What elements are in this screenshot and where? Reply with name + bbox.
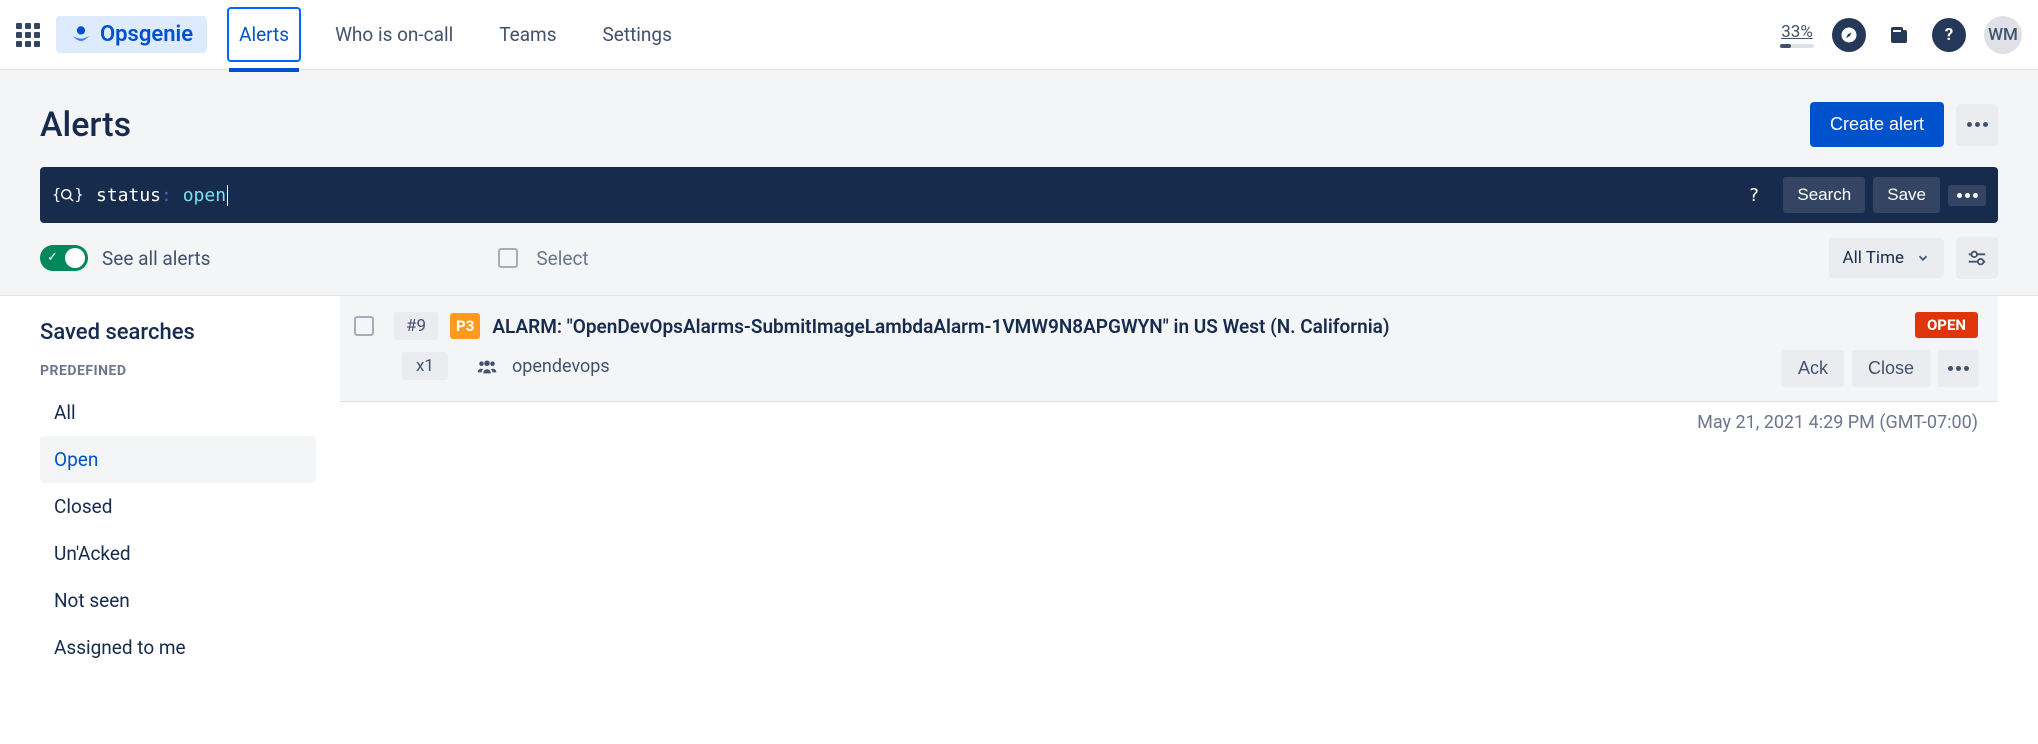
query-braces-icon: {} [52,183,82,207]
filter-settings-button[interactable] [1956,237,1998,279]
more-icon [1948,366,1969,371]
help-button[interactable]: ? [1932,18,1966,52]
brand-name: Opsgenie [100,22,193,47]
alert-status-badge: OPEN [1915,312,1978,338]
alert-count-badge: x1 [402,352,448,380]
alert-row[interactable]: #9 P3 ALARM: "OpenDevOpsAlarms-SubmitIma… [340,296,1998,402]
alert-more-button[interactable] [1938,350,1978,387]
alert-team-name[interactable]: opendevops [512,356,610,377]
alert-checkbox[interactable] [354,316,374,336]
nav-tab-settings[interactable]: Settings [591,7,684,62]
svg-text:{: { [52,186,61,204]
query-input[interactable]: status: open [96,185,1733,206]
team-icon [476,355,498,377]
sidebar-item-not-seen[interactable]: Not seen [40,577,316,624]
usage-percent-bar [1780,44,1814,48]
brand-home-link[interactable]: Opsgenie [56,16,207,53]
question-icon: ? [1945,25,1953,45]
see-all-alerts-label[interactable]: See all alerts [102,247,210,270]
check-icon: ✓ [47,250,58,265]
saved-searches-subheader: PREDEFINED [40,363,340,379]
apps-grid-icon [16,23,40,47]
see-all-alerts-toggle[interactable]: ✓ [40,245,88,271]
time-range-label: All Time [1843,248,1904,268]
saved-searches-header: Saved searches [40,320,340,345]
explore-button[interactable] [1832,18,1866,52]
alert-timestamp: May 21, 2021 4:29 PM (GMT-07:00) [340,402,1998,433]
sidebar-item-un-acked[interactable]: Un'Acked [40,530,316,577]
select-all-control[interactable]: Select [498,247,588,270]
alert-priority-badge: P3 [450,313,480,339]
alert-id-badge: #9 [394,312,438,340]
sidebar-item-all[interactable]: All [40,389,316,436]
more-icon [1967,122,1988,127]
nav-tab-teams[interactable]: Teams [487,7,568,62]
alert-title[interactable]: ALARM: "OpenDevOpsAlarms-SubmitImageLamb… [492,315,1389,338]
user-avatar[interactable]: WM [1984,16,2022,54]
query-key: status [96,185,161,206]
query-more-button[interactable] [1948,185,1986,206]
page-title: Alerts [40,105,131,145]
sliders-icon [1966,247,1988,269]
chevron-down-icon [1916,251,1930,265]
search-button[interactable]: Search [1783,177,1865,213]
usage-percent-label: 33% [1781,22,1813,42]
avatar-initials: WM [1988,25,2018,45]
more-icon [1957,193,1978,198]
nav-tab-who-is-on-call[interactable]: Who is on-call [323,7,465,62]
nav-tab-alerts[interactable]: Alerts [227,7,301,62]
sidebar-item-assigned-to-me[interactable]: Assigned to me [40,624,316,671]
select-all-checkbox[interactable] [498,248,518,268]
sidebar-item-open[interactable]: Open [40,436,316,483]
close-alert-button[interactable]: Close [1852,350,1930,387]
ack-button[interactable]: Ack [1782,350,1844,387]
compass-icon [1840,26,1858,44]
query-help-button[interactable]: ? [1749,185,1760,206]
opsgenie-logo-icon [70,24,92,46]
create-alert-button[interactable]: Create alert [1810,102,1944,147]
time-range-dropdown[interactable]: All Time [1829,238,1944,278]
sidebar-item-closed[interactable]: Closed [40,483,316,530]
save-search-button[interactable]: Save [1873,177,1940,213]
news-icon [1887,23,1911,47]
app-switcher-button[interactable] [10,17,46,53]
query-bar[interactable]: {} status: open ? Search Save [40,167,1998,223]
usage-percent[interactable]: 33% [1780,22,1814,48]
whats-new-button[interactable] [1884,20,1914,50]
page-more-button[interactable] [1956,104,1998,146]
svg-text:}: } [75,186,83,204]
select-label: Select [536,247,588,270]
query-value: open [183,185,226,206]
